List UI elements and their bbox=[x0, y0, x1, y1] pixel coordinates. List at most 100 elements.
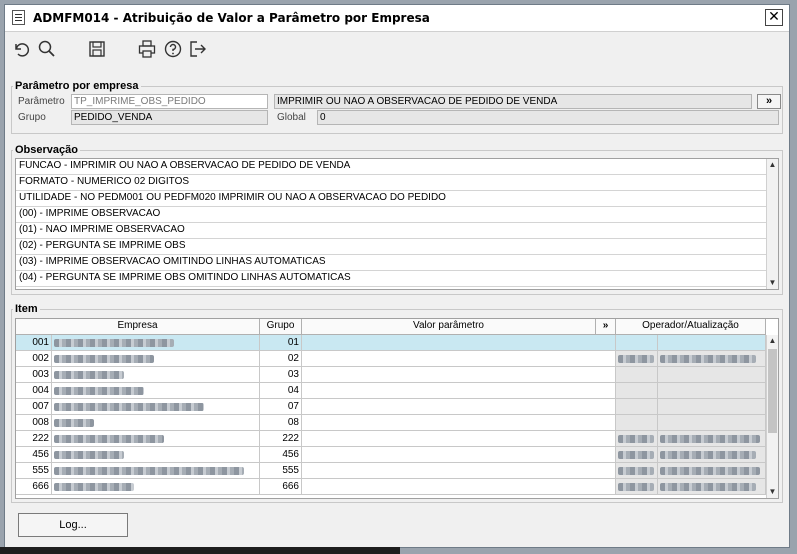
param-legend: Parâmetro por empresa bbox=[15, 80, 139, 92]
empresa-code: 222 bbox=[16, 431, 52, 447]
grupo-cell: 07 bbox=[260, 399, 302, 415]
empresa-name-redacted bbox=[52, 479, 260, 495]
valor-cell[interactable] bbox=[302, 431, 616, 447]
grupo-label: Grupo bbox=[18, 112, 46, 123]
grupo-cell: 08 bbox=[260, 415, 302, 431]
item-grid[interactable]: Empresa Grupo Valor parâmetro » Operador… bbox=[15, 318, 779, 499]
atualizacao-cell bbox=[658, 335, 766, 351]
grupo-cell: 222 bbox=[260, 431, 302, 447]
table-row[interactable]: 007 07 bbox=[16, 399, 766, 415]
operador-cell bbox=[616, 399, 658, 415]
valor-cell[interactable] bbox=[302, 383, 616, 399]
atualizacao-cell bbox=[658, 415, 766, 431]
valor-cell[interactable] bbox=[302, 367, 616, 383]
obs-line: (04) - PERGUNTA SE IMPRIME OBS OMITINDO … bbox=[16, 271, 766, 287]
log-button[interactable]: Log... bbox=[18, 513, 128, 537]
empresa-code: 001 bbox=[16, 335, 52, 351]
grid-scrollbar[interactable]: ▲ ▼ bbox=[766, 335, 778, 498]
header-valor-expand-button[interactable]: » bbox=[596, 319, 616, 334]
valor-cell[interactable] bbox=[302, 479, 616, 495]
empresa-name-redacted bbox=[52, 335, 260, 351]
grupo-cell: 03 bbox=[260, 367, 302, 383]
obs-line: (03) - IMPRIME OBSERVACAO OMITINDO LINHA… bbox=[16, 255, 766, 271]
table-row[interactable]: 003 03 bbox=[16, 367, 766, 383]
table-row[interactable]: 008 08 bbox=[16, 415, 766, 431]
table-row[interactable]: 555 555 bbox=[16, 463, 766, 479]
grupo-cell: 456 bbox=[260, 447, 302, 463]
observacao-scrollbar[interactable]: ▲ ▼ bbox=[766, 159, 778, 289]
grupo-cell: 04 bbox=[260, 383, 302, 399]
valor-cell[interactable] bbox=[302, 335, 616, 351]
empresa-code: 666 bbox=[16, 479, 52, 495]
table-row[interactable]: 002 02 bbox=[16, 351, 766, 367]
scroll-up-icon[interactable]: ▲ bbox=[767, 159, 778, 171]
operador-cell bbox=[616, 463, 658, 479]
empresa-code: 003 bbox=[16, 367, 52, 383]
empresa-name-redacted bbox=[52, 447, 260, 463]
grid-scroll-thumb[interactable] bbox=[768, 349, 777, 433]
obs-line: FORMATO - NUMERICO 02 DIGITOS bbox=[16, 175, 766, 191]
empresa-name-redacted bbox=[52, 399, 260, 415]
operador-cell bbox=[616, 367, 658, 383]
parametro-field[interactable]: TP_IMPRIME_OBS_PEDIDO bbox=[71, 94, 268, 109]
help-icon[interactable] bbox=[163, 39, 183, 59]
table-row[interactable]: 222 222 bbox=[16, 431, 766, 447]
valor-cell[interactable] bbox=[302, 351, 616, 367]
empresa-code: 002 bbox=[16, 351, 52, 367]
print-icon[interactable] bbox=[137, 39, 157, 59]
valor-cell[interactable] bbox=[302, 415, 616, 431]
valor-cell[interactable] bbox=[302, 399, 616, 415]
atualizacao-cell bbox=[658, 479, 766, 495]
obs-line: (00) - IMPRIME OBSERVACAO bbox=[16, 207, 766, 223]
table-row[interactable]: 001 01 bbox=[16, 335, 766, 351]
atualizacao-cell bbox=[658, 431, 766, 447]
window-title: ADMFM014 - Atribuição de Valor a Parâmet… bbox=[33, 11, 430, 25]
grupo-cell: 01 bbox=[260, 335, 302, 351]
table-row[interactable]: 004 04 bbox=[16, 383, 766, 399]
close-button[interactable]: ✕ bbox=[765, 9, 783, 26]
global-label: Global bbox=[277, 112, 306, 123]
atualizacao-cell bbox=[658, 367, 766, 383]
operador-cell bbox=[616, 351, 658, 367]
table-row[interactable]: 666 666 bbox=[16, 479, 766, 495]
search-icon[interactable] bbox=[37, 39, 57, 59]
table-row[interactable]: 456 456 bbox=[16, 447, 766, 463]
scroll-down-icon[interactable]: ▼ bbox=[767, 486, 778, 498]
grupo-field: PEDIDO_VENDA bbox=[71, 110, 268, 125]
main-window: ADMFM014 - Atribuição de Valor a Parâmet… bbox=[4, 4, 790, 548]
empresa-code: 007 bbox=[16, 399, 52, 415]
form-icon bbox=[12, 10, 25, 25]
parametro-label: Parâmetro bbox=[18, 96, 65, 107]
atualizacao-cell bbox=[658, 463, 766, 479]
valor-cell[interactable] bbox=[302, 463, 616, 479]
empresa-name-redacted bbox=[52, 431, 260, 447]
obs-line: FUNCAO - IMPRIMIR OU NAO A OBSERVACAO DE… bbox=[16, 159, 766, 175]
header-empresa[interactable]: Empresa bbox=[16, 319, 260, 334]
header-valor[interactable]: Valor parâmetro bbox=[302, 319, 596, 334]
operador-cell bbox=[616, 335, 658, 351]
atualizacao-cell bbox=[658, 399, 766, 415]
scroll-up-icon[interactable]: ▲ bbox=[767, 335, 778, 347]
global-field: 0 bbox=[317, 110, 779, 125]
grid-header: Empresa Grupo Valor parâmetro » Operador… bbox=[16, 319, 766, 335]
header-operador[interactable]: Operador/Atualização bbox=[616, 319, 766, 334]
operador-cell bbox=[616, 383, 658, 399]
valor-cell[interactable] bbox=[302, 447, 616, 463]
grupo-cell: 555 bbox=[260, 463, 302, 479]
atualizacao-cell bbox=[658, 447, 766, 463]
taskbar-strip bbox=[0, 547, 400, 554]
empresa-name-redacted bbox=[52, 463, 260, 479]
header-grupo[interactable]: Grupo bbox=[260, 319, 302, 334]
toolbar bbox=[5, 32, 789, 68]
exit-icon[interactable] bbox=[188, 39, 208, 59]
observacao-text[interactable]: FUNCAO - IMPRIMIR OU NAO A OBSERVACAO DE… bbox=[15, 158, 779, 290]
parametro-expand-button[interactable]: » bbox=[757, 94, 781, 109]
empresa-name-redacted bbox=[52, 383, 260, 399]
obs-line: (02) - PERGUNTA SE IMPRIME OBS bbox=[16, 239, 766, 255]
empresa-name-redacted bbox=[52, 351, 260, 367]
grupo-cell: 02 bbox=[260, 351, 302, 367]
save-icon[interactable] bbox=[87, 39, 107, 59]
scroll-down-icon[interactable]: ▼ bbox=[767, 277, 778, 289]
undo-icon[interactable] bbox=[11, 39, 31, 59]
title-bar: ADMFM014 - Atribuição de Valor a Parâmet… bbox=[5, 5, 789, 32]
